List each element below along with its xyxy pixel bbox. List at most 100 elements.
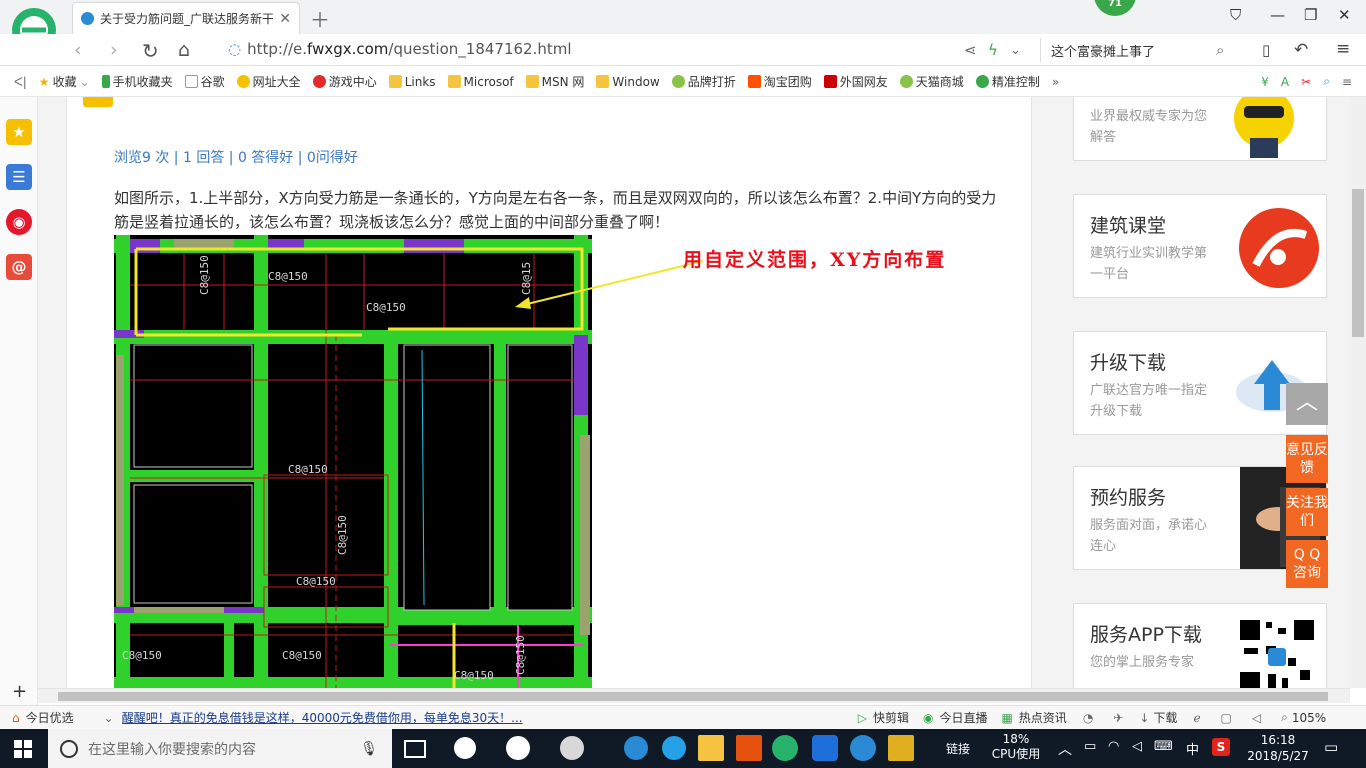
menu-icon[interactable]: ≡ (1342, 75, 1352, 89)
volume-icon[interactable]: ◁ (1132, 739, 1142, 754)
more-bookmarks-icon[interactable]: » (1052, 75, 1059, 89)
volume-icon[interactable]: ◁ (1252, 711, 1261, 725)
clock[interactable]: 16:18 2018/5/27 (1244, 732, 1312, 764)
notes-app-icon[interactable] (888, 735, 914, 761)
bookmark-foreign[interactable]: 外国网友 (823, 73, 888, 90)
ie-icon[interactable]: ℯ (1193, 711, 1200, 725)
follow-us-button[interactable]: 关注我们 (1286, 488, 1328, 536)
sogou-ime-icon[interactable]: S (1212, 738, 1230, 756)
favorites-star-icon[interactable]: ★ (6, 119, 32, 145)
feedback-button[interactable]: 意见反馈 (1286, 435, 1328, 483)
sidebar-card-course[interactable]: 建筑课堂 建筑行业实训教学第一平台 (1073, 194, 1327, 298)
ad-link[interactable]: 醒醒吧！真正的免息借钱是这样，40000元免费借你用，每单免息30天！... (122, 709, 542, 726)
bookmark-tmall[interactable]: 天猫商城 (899, 73, 964, 90)
home-icon[interactable]: ⌂ (178, 39, 190, 61)
undo-icon[interactable]: ↶ (1294, 40, 1308, 60)
bookmark-microsoft[interactable]: Microsof (447, 75, 514, 89)
new-tab-button[interactable]: ＋ (310, 4, 330, 33)
close-tab-icon[interactable]: ✕ (279, 11, 291, 27)
share-icon[interactable]: ⋖ (964, 41, 977, 59)
taskbar-search-input[interactable]: 在这里输入你要搜索的内容 🎙︎ (48, 729, 392, 768)
download-link[interactable]: 下载 (1153, 709, 1177, 726)
action-center-icon[interactable]: ▭ (1324, 738, 1338, 756)
ime-indicator[interactable]: 中 (1186, 739, 1199, 758)
pin-icon[interactable]: ✈ (1113, 711, 1123, 725)
close-window-icon[interactable]: ✕ (1338, 6, 1351, 24)
sidebar-toggle-icon[interactable]: ᐸ| (14, 75, 27, 89)
restore-icon[interactable]: ❐ (1304, 6, 1317, 24)
glodon-app-icon[interactable] (850, 735, 876, 761)
weibo-icon[interactable]: ◉ (6, 209, 32, 235)
search-icon[interactable]: ⌕ (1216, 41, 1224, 59)
windows-start-icon[interactable] (14, 740, 32, 758)
cpu-meter[interactable]: 18% CPU使用 (990, 732, 1042, 762)
quick-clip-link[interactable]: 快剪辑 (873, 709, 909, 726)
bookmark-precise[interactable]: 精准控制 (975, 73, 1040, 90)
question-icon (83, 97, 113, 107)
forward-icon[interactable]: › (110, 39, 118, 61)
url-field[interactable]: ◌ http://e.fwxgx.com/question_1847162.ht… (228, 40, 572, 58)
ie-browser-icon[interactable] (662, 736, 686, 760)
lightning-icon[interactable]: ϟ (988, 41, 998, 59)
wifi-icon[interactable]: ◠ (1108, 739, 1119, 754)
scroll-thumb[interactable] (1352, 189, 1364, 337)
scissors-icon[interactable]: ✂ (1301, 75, 1311, 89)
speed-icon[interactable]: ◔ (1083, 711, 1093, 725)
fan-app-icon[interactable] (454, 737, 476, 759)
add-icon[interactable]: + (12, 681, 27, 702)
live-link[interactable]: 今日直播 (939, 709, 987, 726)
scroll-thumb[interactable] (58, 692, 1328, 701)
back-to-top-button[interactable]: ︿ (1286, 383, 1328, 425)
qq-consult-button[interactable]: Q Q 咨询 (1286, 540, 1328, 588)
app-plus-icon[interactable] (812, 735, 838, 761)
task-view-icon[interactable] (404, 740, 426, 758)
today-picks-link[interactable]: 今日优选 (26, 709, 74, 726)
refresh-icon[interactable]: ↻ (142, 39, 159, 63)
zoom-icon[interactable]: ⌕ (1281, 710, 1288, 725)
bookmark-mobile[interactable]: 手机收藏夹 (101, 73, 173, 90)
edge-browser-icon[interactable] (624, 736, 648, 760)
pdf-app-icon[interactable] (736, 735, 762, 761)
shield-icon[interactable]: ¥ (1261, 75, 1269, 89)
back-icon[interactable]: ‹ (74, 39, 82, 61)
bookmark-google[interactable]: 谷歌 (184, 73, 225, 90)
vertical-scrollbar[interactable] (1350, 97, 1366, 688)
bookmark-hao[interactable]: 网址大全 (236, 73, 301, 90)
mobile-icon[interactable]: ▯ (1262, 41, 1270, 59)
question-stats[interactable]: 浏览9 次 | 1 回答 | 0 答得好 | 0问得好 (114, 147, 358, 167)
menu-icon[interactable]: ≡ (1336, 39, 1350, 59)
bookmark-brand-discount[interactable]: 品牌打折 (671, 73, 736, 90)
battery-icon[interactable]: ▭ (1084, 739, 1096, 754)
download-icon: ↓ (1139, 710, 1150, 725)
chevron-down-icon[interactable]: ⌄ (1010, 43, 1021, 58)
link-label[interactable]: 链接 (946, 740, 970, 757)
keyboard-icon[interactable]: ⌨ (1154, 739, 1173, 754)
sidebar-card-app[interactable]: 服务APP下载 您的掌上服务专家 (1073, 603, 1327, 688)
hot-news-link[interactable]: 热点资讯 (1019, 709, 1067, 726)
bookmark-games[interactable]: 游戏中心 (312, 73, 377, 90)
search-input[interactable]: 这个富豪摊上事了 (1040, 38, 1240, 62)
notification-badge[interactable]: 71 (1094, 0, 1136, 16)
bookmark-taobao[interactable]: 淘宝团购 (747, 73, 812, 90)
bookmark-favorites[interactable]: ★ 收藏 ⌄ (39, 73, 90, 90)
mail-icon[interactable]: @ (6, 254, 32, 280)
microphone-icon[interactable]: 🎙︎ (360, 741, 378, 757)
tab-active[interactable]: 关于受力筋问题_广联达服务新干 ✕ (72, 2, 300, 34)
search-icon[interactable]: ⌕ (1323, 74, 1330, 89)
zoom-level[interactable]: 105% (1292, 711, 1326, 725)
horizontal-scrollbar[interactable] (38, 688, 1350, 703)
bookmark-msn[interactable]: MSN 网 (525, 73, 584, 90)
bookmark-windows[interactable]: Window (596, 75, 660, 89)
browser-app-icon[interactable] (560, 736, 584, 760)
active-browser-icon[interactable] (772, 735, 798, 761)
edge-icon[interactable] (506, 736, 530, 760)
window-icon[interactable]: ▢ (1221, 711, 1232, 725)
reading-list-icon[interactable]: ☰ (6, 164, 32, 190)
file-explorer-icon[interactable] (698, 735, 724, 761)
bookmark-links[interactable]: Links (388, 75, 436, 89)
translate-icon[interactable]: A (1281, 75, 1289, 89)
tray-expand-icon[interactable]: ︿ (1058, 739, 1072, 759)
sidebar-card-expert[interactable]: 业界最权威专家为您解答 (1073, 97, 1327, 161)
shirt-skin-icon[interactable]: ⛉ (1230, 6, 1241, 24)
minimize-icon[interactable]: — (1270, 6, 1285, 24)
